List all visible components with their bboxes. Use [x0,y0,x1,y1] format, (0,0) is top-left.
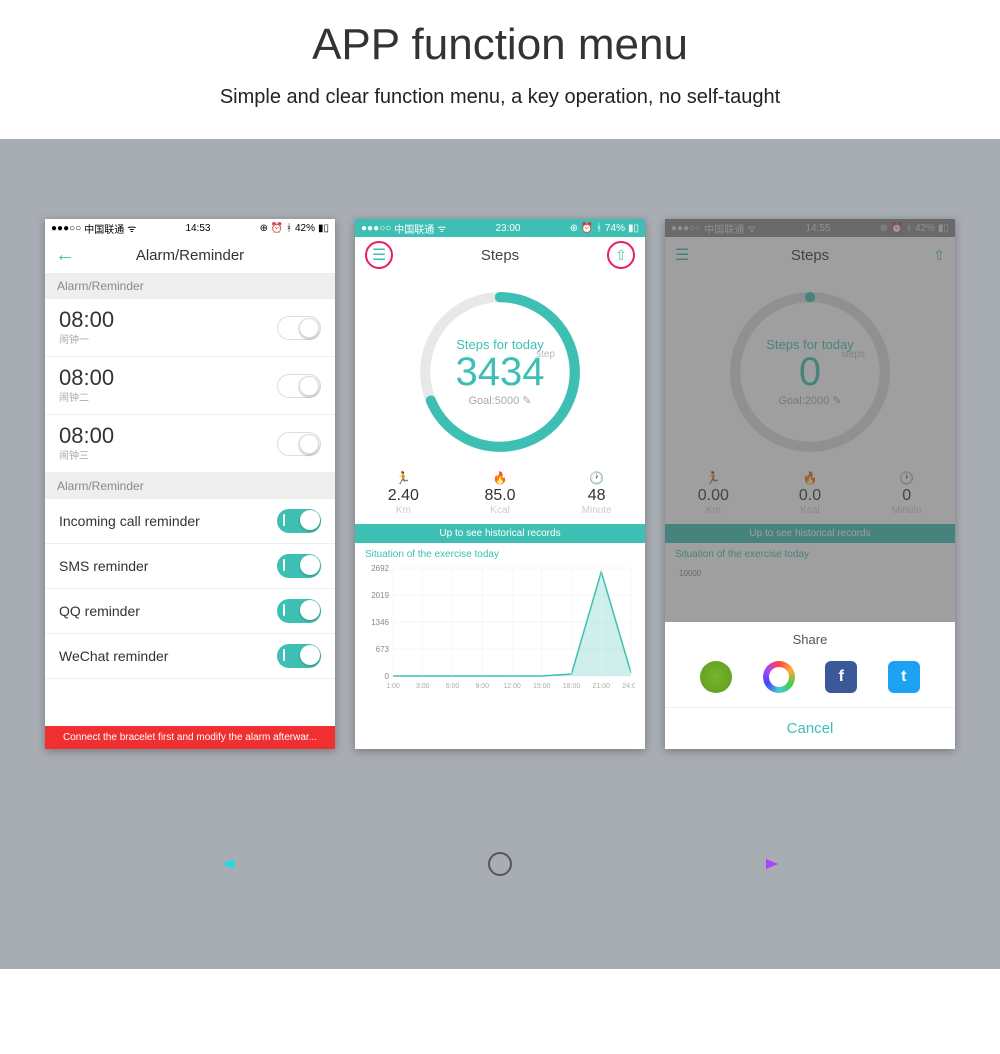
alarm-label: 闹钟三 [59,447,114,462]
svg-text:2019: 2019 [371,591,389,600]
stat-distance: 🏃2.40Km [355,471,452,516]
reminder-row[interactable]: QQ reminder [45,589,335,634]
edit-icon[interactable]: ✎ [522,395,531,407]
signal-icon: ●●●○○ [361,223,391,234]
cancel-button[interactable]: Cancel [665,707,955,749]
svg-text:12:00: 12:00 [503,683,521,690]
share-icon[interactable]: ⇧ [615,247,627,264]
reminder-label: QQ reminder [59,603,140,619]
reminder-toggle[interactable] [277,554,321,578]
share-sheet: Share f t Cancel [665,622,955,749]
reminder-row[interactable]: WeChat reminder [45,634,335,679]
share-highlight: ⇧ [607,241,635,269]
alarm-label: 闹钟二 [59,389,114,404]
alarm-label: 闹钟一 [59,331,114,346]
history-band[interactable]: Up to see historical records [355,524,645,543]
alarm-time: 08:00 [59,425,114,447]
clock-icon: 🕐 [548,471,645,485]
phone-share: ●●●○○ 中国联通 ᯤ 14:55 ⊕ ⏰ ᚼ 42% ▮▯ ☰ Steps … [665,219,955,749]
battery: 74% [605,223,625,234]
runner-icon: 🏃 [355,471,452,485]
phone-alarm: ●●●○○ 中国联通 ᯤ 14:53 ⊕ ⏰ ᚼ 42% ▮▯ ← Alarm/… [45,219,335,749]
svg-text:6:00: 6:00 [446,683,460,690]
screen-title: Steps [481,247,519,264]
step-count: 3434 [456,352,545,392]
screen-title: Alarm/Reminder [136,247,244,264]
alarm-row[interactable]: 08:00闹钟三 [45,415,335,473]
navbar: ☰ Steps ⇧ [355,237,645,273]
navbar: ← Alarm/Reminder [45,237,335,273]
reminder-row[interactable]: SMS reminder [45,544,335,589]
battery: 42% [295,223,315,234]
reminder-toggle[interactable] [277,644,321,668]
flame-icon: 🔥 [452,471,549,485]
reminder-row[interactable]: Incoming call reminder [45,499,335,544]
moments-icon[interactable] [763,661,795,693]
svg-text:15:00: 15:00 [533,683,551,690]
statusbar: ●●●○○ 中国联通 ᯤ 14:53 ⊕ ⏰ ᚼ 42% ▮▯ [45,219,335,237]
twitter-icon[interactable]: t [888,661,920,693]
goal-label: Goal:5000 [468,395,519,407]
steps-chart: 0 673 1346 2019 2692 1:00 3:00 6:00 9:00 12:00 15:… [355,562,645,701]
gallery-slider [0,819,1000,969]
status-icons: ⊕ ⏰ ᚼ [570,223,602,234]
wifi-icon: ᯤ [437,221,446,235]
stats-row: 🏃2.40Km 🔥85.0Kcal 🕐48Minute [355,465,645,518]
wechat-icon[interactable] [700,661,732,693]
alarm-row[interactable]: 08:00闹钟一 [45,299,335,357]
section-header: Alarm/Reminder [45,273,335,299]
facebook-icon[interactable]: f [825,661,857,693]
reminder-toggle[interactable] [277,509,321,533]
battery-icon: ▮▯ [628,223,639,234]
alarm-icon: ⊕ ⏰ ᚼ [260,223,292,234]
alarm-time: 08:00 [59,309,114,331]
progress-ring: Steps for today 3434 Goal:5000 ✎ step [355,273,645,465]
svg-text:9:00: 9:00 [475,683,489,690]
svg-text:2692: 2692 [371,564,389,573]
chart-title: Situation of the exercise today [355,543,645,562]
phone-gallery: ●●●○○ 中国联通 ᯤ 14:53 ⊕ ⏰ ᚼ 42% ▮▯ ← Alarm/… [0,139,1000,819]
alarm-toggle[interactable] [277,316,321,340]
share-title: Share [665,622,955,655]
svg-text:673: 673 [376,645,390,654]
wifi-icon: ᯤ [127,221,136,235]
svg-text:1:00: 1:00 [386,683,400,690]
back-icon[interactable]: ← [55,244,75,267]
menu-icon[interactable]: ☰ [372,245,386,265]
section-header: Alarm/Reminder [45,473,335,499]
alarm-toggle[interactable] [277,432,321,456]
phone-steps: ●●●○○ 中国联通 ᯤ 23:00 ⊕ ⏰ ᚼ 74% ▮▯ ☰ Steps … [355,219,645,749]
stat-calories: 🔥85.0Kcal [452,471,549,516]
statusbar: ●●●○○ 中国联通 ᯤ 23:00 ⊕ ⏰ ᚼ 74% ▮▯ [355,219,645,237]
reminder-label: SMS reminder [59,558,148,574]
reminder-toggle[interactable] [277,599,321,623]
hero-subtitle: Simple and clear function menu, a key op… [0,86,1000,109]
svg-text:24:00: 24:00 [622,683,635,690]
hero-title: APP function menu [0,20,1000,70]
status-time: 14:53 [185,223,210,234]
reminder-label: Incoming call reminder [59,513,200,529]
alarm-row[interactable]: 08:00闹钟二 [45,357,335,415]
warning-banner: Connect the bracelet first and modify th… [45,726,335,749]
svg-text:3:00: 3:00 [416,683,430,690]
svg-text:0: 0 [385,672,390,681]
hero: APP function menu Simple and clear funct… [0,0,1000,139]
status-time: 23:00 [495,223,520,234]
stat-time: 🕐48Minute [548,471,645,516]
signal-icon: ●●●○○ [51,223,81,234]
reminder-label: WeChat reminder [59,648,168,664]
battery-icon: ▮▯ [318,223,329,234]
svg-text:21:00: 21:00 [592,683,610,690]
carrier: 中国联通 [394,221,434,236]
alarm-time: 08:00 [59,367,114,389]
step-unit: step [536,349,555,360]
svg-text:18:00: 18:00 [563,683,581,690]
alarm-toggle[interactable] [277,374,321,398]
svg-text:1346: 1346 [371,618,389,627]
menu-highlight: ☰ [365,241,393,269]
carrier: 中国联通 [84,221,124,236]
